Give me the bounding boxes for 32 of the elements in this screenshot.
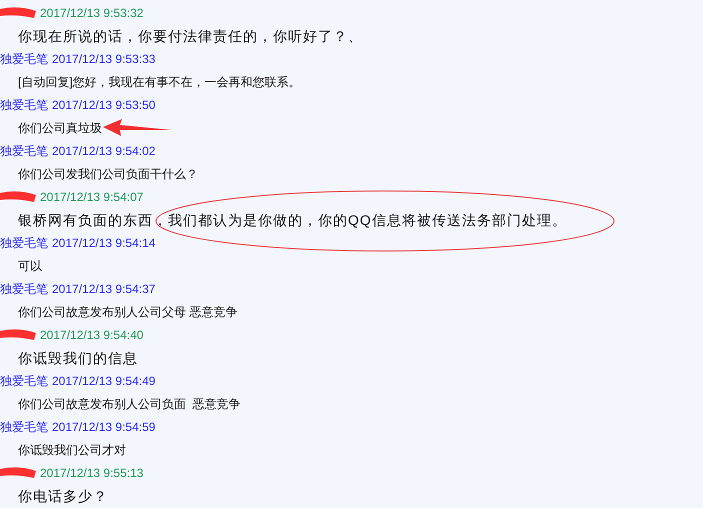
sender-name: 独爱毛笔 xyxy=(0,281,48,298)
timestamp: 2017/12/13 9:54:49 xyxy=(52,373,156,390)
sender-name: 独爱毛笔 xyxy=(0,419,48,436)
timestamp: 2017/12/13 9:54:37 xyxy=(52,281,156,298)
timestamp: 2017/12/13 9:55:13 xyxy=(40,465,144,482)
message-text: 可以 xyxy=(18,258,42,275)
message-text: 你现在所说的话，你要付法律责任的，你听好了？、 xyxy=(18,26,363,46)
timestamp: 2017/12/13 9:53:32 xyxy=(40,5,144,22)
redaction-mark xyxy=(0,190,38,204)
sender-name: 独爱毛笔 xyxy=(0,97,48,114)
message-text: 你们公司真垃圾 xyxy=(18,120,102,137)
timestamp: 2017/12/13 9:53:50 xyxy=(52,97,156,114)
redaction-mark xyxy=(0,6,38,20)
message-text: 你们公司故意发布别人公司负面 恶意竞争 xyxy=(18,396,241,413)
sender-name: 独爱毛笔 xyxy=(0,235,48,252)
message-text: 你们公司故意发布别人公司父母 恶意竞争 xyxy=(18,304,238,321)
redaction-mark xyxy=(0,466,38,480)
message-text: 你诋毁我们的信息 xyxy=(18,348,138,368)
message-text: 你们公司发我们公司负面干什么？ xyxy=(18,166,198,183)
message-text: 你诋毁我们公司才对 xyxy=(18,442,126,459)
sender-name: 独爱毛笔 xyxy=(0,373,48,390)
message-text: [自动回复]您好，我现在有事不在，一会再和您联系。 xyxy=(18,74,301,91)
timestamp: 2017/12/13 9:54:14 xyxy=(52,235,156,252)
timestamp: 2017/12/13 9:54:07 xyxy=(40,189,144,206)
sender-name: 独爱毛笔 xyxy=(0,51,48,68)
redaction-mark xyxy=(0,328,38,342)
timestamp: 2017/12/13 9:54:02 xyxy=(52,143,156,160)
timestamp: 2017/12/13 9:54:40 xyxy=(40,327,144,344)
sender-name: 独爱毛笔 xyxy=(0,143,48,160)
timestamp: 2017/12/13 9:54:59 xyxy=(52,419,156,436)
message-text: 你电话多少？ xyxy=(18,486,108,506)
timestamp: 2017/12/13 9:53:33 xyxy=(52,51,156,68)
